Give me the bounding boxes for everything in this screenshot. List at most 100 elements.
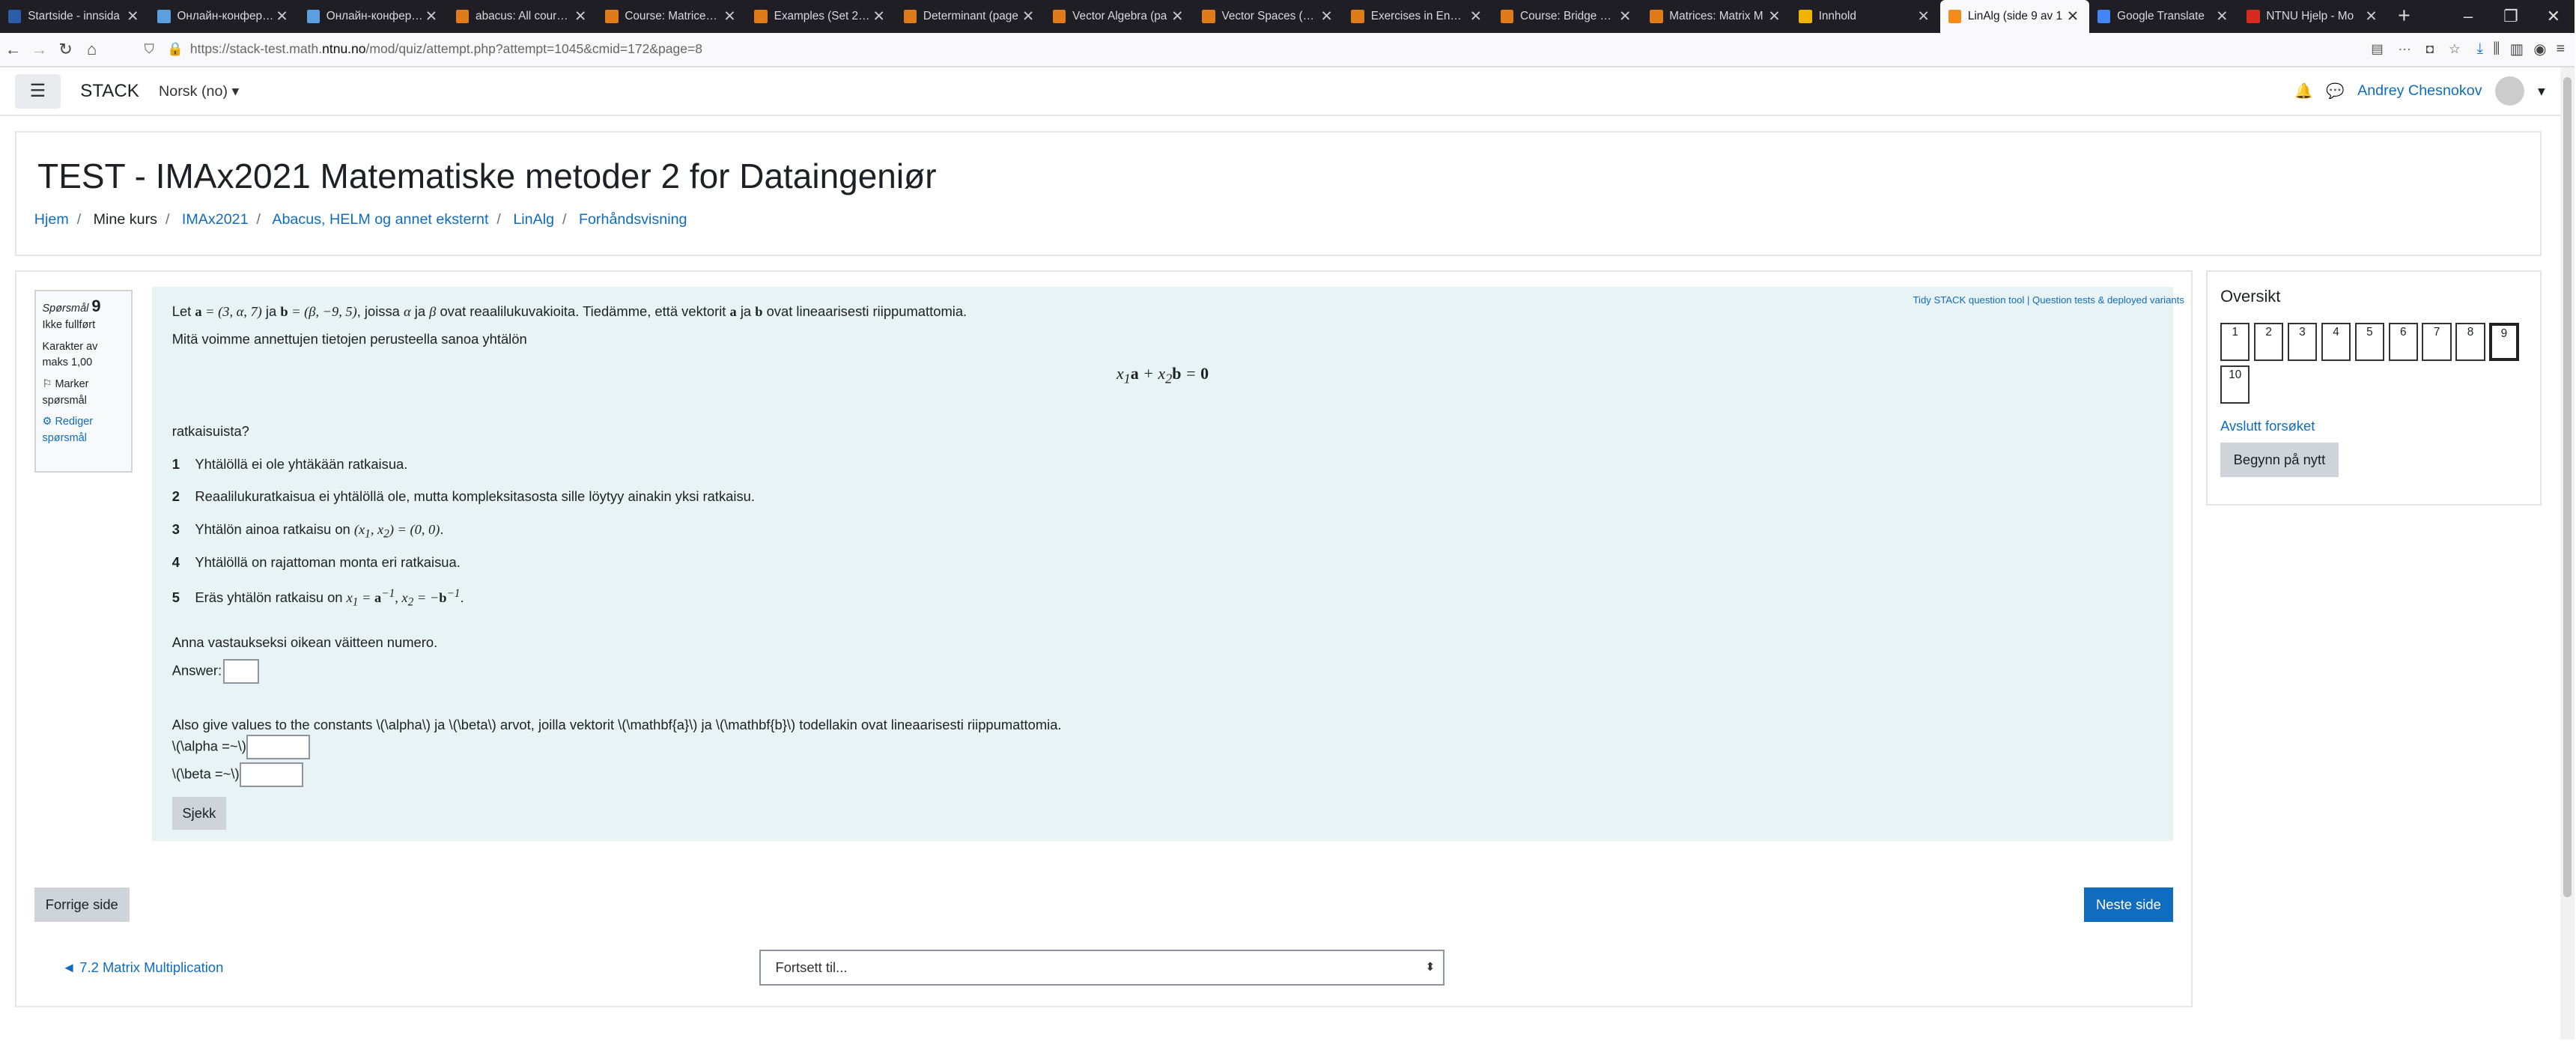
tab-close-icon[interactable]: ✕ (2065, 7, 2081, 25)
app-menu-icon[interactable]: ≡ (2557, 40, 2566, 58)
browser-tab[interactable]: Exercises in English ✕ (1343, 0, 1492, 33)
tab-title: Vector Spaces (pag (1221, 9, 1319, 22)
tab-close-icon[interactable]: ✕ (1319, 7, 1335, 25)
quiz-nav-button-1[interactable]: 1 (2220, 323, 2250, 361)
tab-close-icon[interactable]: ✕ (1468, 7, 1484, 25)
alpha-input[interactable] (246, 734, 311, 759)
question-tools-links[interactable]: Tidy STACK question tool | Question test… (1913, 292, 2184, 309)
reload-icon[interactable]: ↻ (52, 40, 79, 59)
quiz-nav-button-5[interactable]: 5 (2354, 323, 2385, 361)
browser-tab[interactable]: Determinant (page ✕ (896, 0, 1045, 33)
main-region: Spørsmål 9 Ikke fullført Karakter av maks… (14, 270, 2193, 1007)
breadcrumb-quiz[interactable]: LinAlg (513, 211, 554, 228)
back-icon[interactable]: ← (0, 40, 26, 59)
browser-tab[interactable]: Matrices: Matrix M ✕ (1641, 0, 1790, 33)
tab-favicon-icon (1351, 10, 1364, 23)
tab-close-icon[interactable]: ✕ (274, 7, 291, 25)
quiz-nav-button-10[interactable]: 10 (2220, 365, 2250, 404)
previous-page-button[interactable]: Forrige side (34, 887, 130, 922)
library-icon[interactable]: ⫼ (2493, 40, 2500, 58)
tab-close-icon[interactable]: ✕ (1020, 7, 1036, 25)
quiz-nav-button-8[interactable]: 8 (2455, 323, 2485, 361)
home-icon[interactable]: ⌂ (79, 40, 105, 59)
avatar[interactable] (2495, 76, 2525, 106)
tab-close-icon[interactable]: ✕ (423, 7, 440, 25)
tab-close-icon[interactable]: ✕ (2363, 7, 2380, 25)
quiz-nav-button-2[interactable]: 2 (2253, 323, 2284, 361)
browser-tab[interactable]: Innhold ✕ (1790, 0, 1939, 33)
address-bar[interactable]: ⛉ 🔒 https://stack-test.math.ntnu.no/mod/… (145, 36, 2467, 62)
tab-close-icon[interactable]: ✕ (1767, 7, 1783, 25)
breadcrumb-preview[interactable]: Forhåndsvisning (579, 211, 687, 228)
browser-tab[interactable]: abacus: All courses ✕ (448, 0, 597, 33)
messages-icon[interactable]: 💬 (2326, 82, 2345, 100)
tab-close-icon[interactable]: ✕ (722, 7, 738, 25)
tab-close-icon[interactable]: ✕ (2214, 7, 2230, 25)
new-tab-button[interactable]: + (2388, 4, 2421, 28)
browser-tab[interactable]: NTNU Hjelp - Mo ✕ (2238, 0, 2387, 33)
browser-tab[interactable]: Vector Algebra (pa ✕ (1045, 0, 1194, 33)
bookmark-star-icon[interactable]: ☆ (2449, 41, 2461, 57)
answer-input[interactable] (223, 659, 260, 685)
drawer-toggle-button[interactable]: ☰ (14, 73, 61, 109)
site-brand[interactable]: STACK (80, 81, 139, 102)
quiz-nav-button-6[interactable]: 6 (2388, 323, 2418, 361)
notifications-bell-icon[interactable]: 🔔 (2294, 82, 2313, 100)
jump-to-select[interactable]: Fortsett til... ⬍ (759, 949, 1445, 986)
restore-icon[interactable]: ❐ (2489, 0, 2532, 33)
tab-close-icon[interactable]: ✕ (1916, 7, 1932, 25)
browser-tab[interactable]: LinAlg (side 9 av 1 ✕ (1939, 0, 2089, 33)
finish-attempt-link[interactable]: Avslutt forsøket (2220, 418, 2315, 434)
tab-close-icon[interactable]: ✕ (1617, 7, 1633, 25)
restart-button[interactable]: Begynn på nytt (2220, 443, 2339, 478)
quiz-nav-button-9[interactable]: 9 (2489, 323, 2519, 361)
previous-activity-link[interactable]: ◄ 7.2 Matrix Multiplication (62, 959, 223, 976)
breadcrumb-course[interactable]: IMAx2021 (182, 211, 249, 228)
browser-tab[interactable]: Онлайн-конференции✕ (299, 0, 448, 33)
tab-favicon-icon (455, 10, 470, 23)
pocket-icon[interactable]: ◘ (2426, 41, 2434, 57)
breadcrumb-home[interactable]: Hjem (34, 211, 69, 228)
tab-favicon-icon (1052, 10, 1066, 23)
page-scrollbar[interactable] (2560, 67, 2575, 1040)
tab-title: Exercises in English (1370, 9, 1468, 22)
scrollbar-thumb[interactable] (2563, 76, 2572, 897)
quiz-nav-button-7[interactable]: 7 (2422, 323, 2452, 361)
browser-tab[interactable]: Examples (Set 2) (p ✕ (746, 0, 895, 33)
browser-tab[interactable]: Vector Spaces (pag ✕ (1194, 0, 1343, 33)
browser-tab[interactable]: Startside - innsida ✕ (0, 0, 149, 33)
forward-icon[interactable]: → (26, 40, 52, 59)
quiz-nav-button-4[interactable]: 4 (2321, 323, 2351, 361)
tab-title: Innhold (1818, 9, 1856, 22)
close-window-icon[interactable]: ✕ (2532, 0, 2575, 33)
caret-down-icon[interactable]: ▾ (2538, 82, 2545, 100)
user-menu[interactable]: Andrey Chesnokov (2357, 82, 2482, 100)
check-button[interactable]: Sjekk (171, 797, 226, 830)
tab-close-icon[interactable]: ✕ (1169, 7, 1185, 25)
tab-title: Vector Algebra (pa (1072, 9, 1167, 22)
edit-question-link[interactable]: ⚙ Rediger spørsmål (43, 414, 125, 447)
beta-input[interactable] (239, 762, 304, 787)
reader-icon[interactable]: ▤ (2371, 41, 2384, 57)
language-menu[interactable]: Norsk ‎(no)‎ ▾ (159, 82, 239, 100)
download-icon[interactable]: ⤓ (2477, 40, 2484, 58)
minimize-icon[interactable]: – (2446, 0, 2489, 33)
question-number: 9 (91, 297, 101, 316)
next-page-button[interactable]: Neste side (2084, 887, 2173, 922)
tab-close-icon[interactable]: ✕ (124, 7, 141, 25)
browser-tab[interactable]: Онлайн-конференции✕ (149, 0, 298, 33)
tab-favicon-icon (7, 10, 22, 23)
breadcrumb-section[interactable]: Abacus, HELM og annet eksternt (272, 211, 488, 228)
quiz-nav-button-3[interactable]: 3 (2287, 323, 2318, 361)
more-icon[interactable]: ··· (2398, 41, 2411, 57)
browser-tab-bar: Startside - innsida✕Онлайн-конференции✕О… (0, 0, 2575, 33)
browser-tab[interactable]: Google Translate ✕ (2089, 0, 2238, 33)
tab-close-icon[interactable]: ✕ (871, 7, 887, 25)
account-icon[interactable]: ◉ (2533, 40, 2546, 58)
flag-question[interactable]: ⚐ Marker spørsmål (43, 377, 125, 410)
browser-tab[interactable]: Course: Bridge Mat ✕ (1492, 0, 1641, 33)
tab-favicon-icon (903, 10, 917, 23)
browser-tab[interactable]: Course: Matrices an ✕ (597, 0, 746, 33)
sidebar-icon[interactable]: ▥ (2510, 40, 2524, 58)
tab-close-icon[interactable]: ✕ (572, 7, 589, 25)
